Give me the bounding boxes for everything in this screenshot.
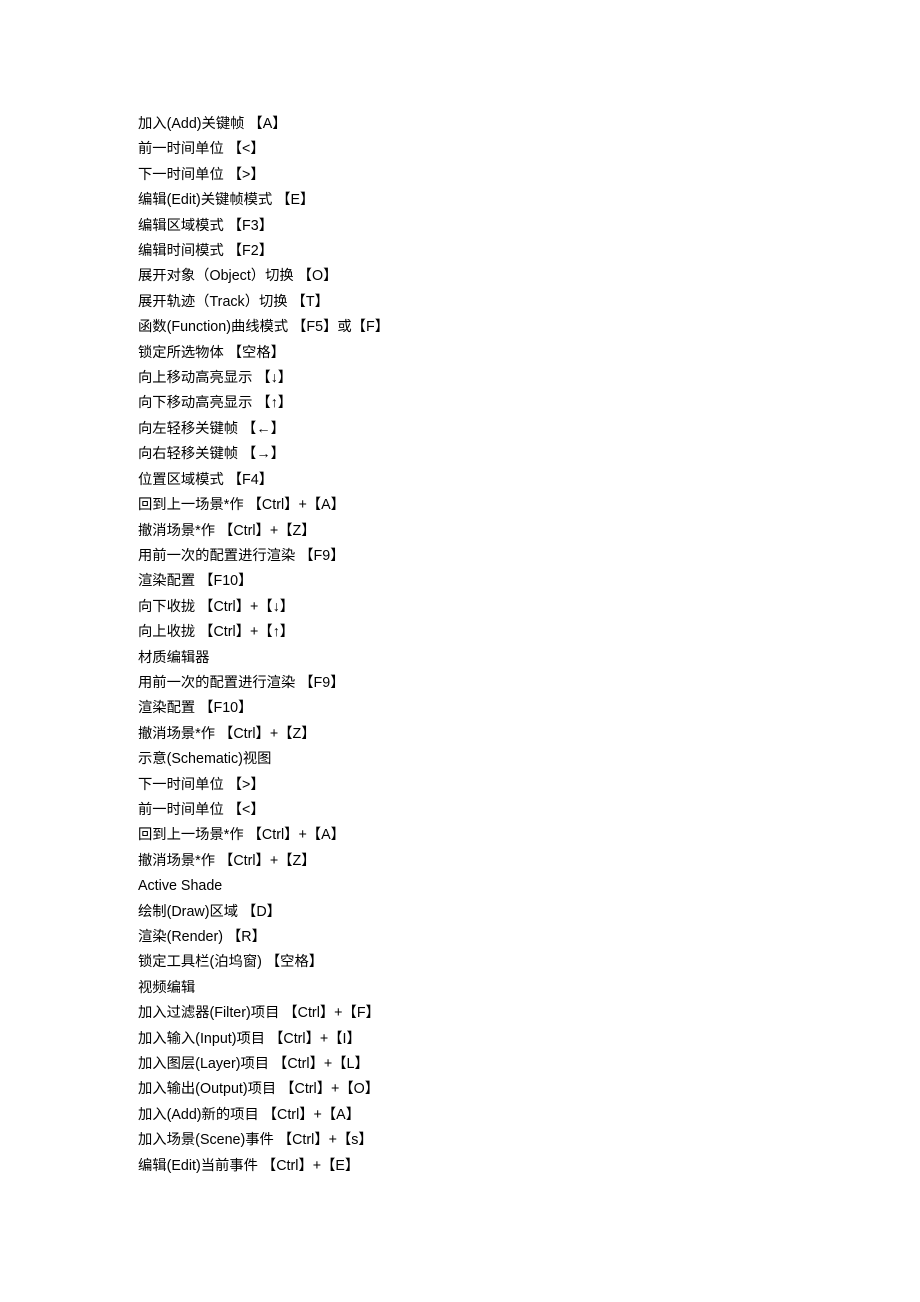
text-line-render-prev-config-2: 用前一次的配置进行渲染 【F9】 (138, 674, 345, 691)
text-line-nudge-keyframe-left: 向左轻移关键帧 【←】 (138, 420, 285, 437)
text-line-section-video-edit: 视频编辑 (138, 979, 196, 996)
text-line-nudge-keyframe-right: 向右轻移关键帧 【→】 (138, 446, 285, 463)
text-line-move-highlight-down: 向下移动高亮显示 【↑】 (138, 395, 293, 412)
document-page: 加入(Add)关键帧 【A】 前一时间单位 【<】 下一时间单位 【>】编辑(Edi… (0, 0, 920, 1302)
text-line-add-keyframe: 加入(Add)关键帧 【A】 (138, 116, 287, 132)
text-line-section-active-shade: Active Shade (138, 878, 223, 895)
text-line-render: 渲染(Render) 【R】 (138, 929, 266, 945)
text-line-undo-scene-op-1: 撤消场景*作 【Ctrl】+【Z】 (138, 522, 316, 539)
text-line-move-highlight-up: 向上移动高亮显示 【↓】 (138, 370, 293, 387)
text-line-collapse-down: 向下收拢 【Ctrl】+【↓】 (138, 598, 295, 615)
text-line-section-schematic-view: 示意(Schematic)视图 (138, 751, 272, 768)
text-line-undo-scene-op-2: 撤消场景*作 【Ctrl】+【Z】 (138, 725, 316, 742)
text-line-next-time-unit-2: 下一时间单位 【>】 (138, 776, 265, 793)
text-line-function-curve-mode: 函数(Function)曲线模式 【F5】或【F】 (138, 319, 390, 336)
text-line-render-config-2: 渲染配置 【F10】 (138, 700, 253, 717)
text-line-section-material-editor: 材质编辑器 (138, 649, 210, 666)
text-line-add-filter-item: 加入过滤器(Filter)项目 【Ctrl】+【F】 (138, 1005, 380, 1022)
text-line-next-time-unit: 下一时间单位 【>】 (138, 166, 265, 183)
text-line-add-scene-event: 加入场景(Scene)事件 【Ctrl】+【s】 (138, 1132, 373, 1149)
text-line-undo-scene-op-3: 撤消场景*作 【Ctrl】+【Z】 (138, 852, 316, 869)
text-line-expand-track-toggle: 展开轨迹（Track）切换 【T】 (138, 293, 329, 310)
text-line-lock-toolbar-docker: 锁定工具栏(泊坞窗) 【空格】 (138, 954, 324, 971)
text-line-redo-scene-op-2: 回到上一场景*作 【Ctrl】+【A】 (138, 827, 345, 844)
text-line-collapse-up: 向上收拢 【Ctrl】+【↑】 (138, 624, 295, 641)
text-line-edit-region-mode: 编辑区域模式 【F3】 (138, 217, 274, 234)
text-line-add-output-item: 加入输出(Output)项目 【Ctrl】+【O】 (138, 1081, 380, 1098)
text-line-position-region-mode: 位置区域模式 【F4】 (138, 471, 274, 488)
text-line-add-layer-item: 加入图层(Layer)项目 【Ctrl】+【L】 (138, 1056, 369, 1073)
document-text-body: 加入(Add)关键帧 【A】 前一时间单位 【<】 下一时间单位 【>】编辑(Edi… (138, 112, 818, 1179)
text-line-edit-keyframe-mode: 编辑(Edit)关键帧模式 【E】 (138, 192, 315, 209)
text-line-expand-object-toggle: 展开对象（Object）切换 【O】 (138, 268, 338, 285)
text-line-render-prev-config-1: 用前一次的配置进行渲染 【F9】 (138, 547, 345, 564)
text-line-edit-current-event: 编辑(Edit)当前事件 【Ctrl】+【E】 (138, 1157, 360, 1174)
text-line-add-input-item: 加入输入(Input)项目 【Ctrl】+【I】 (138, 1030, 361, 1047)
text-line-draw-region: 绘制(Draw)区域 【D】 (138, 903, 281, 920)
text-line-render-config-1: 渲染配置 【F10】 (138, 573, 253, 590)
text-line-prev-time-unit-2: 前一时间单位 【<】 (138, 801, 265, 818)
text-line-add-new-item: 加入(Add)新的项目 【Ctrl】+【A】 (138, 1106, 361, 1123)
text-line-edit-time-mode: 编辑时间模式 【F2】 (138, 243, 274, 260)
text-line-redo-scene-op-1: 回到上一场景*作 【Ctrl】+【A】 (138, 497, 345, 514)
text-line-lock-selected-object: 锁定所选物体 【空格】 (138, 344, 285, 361)
text-line-prev-time-unit: 前一时间单位 【<】 (138, 141, 265, 158)
